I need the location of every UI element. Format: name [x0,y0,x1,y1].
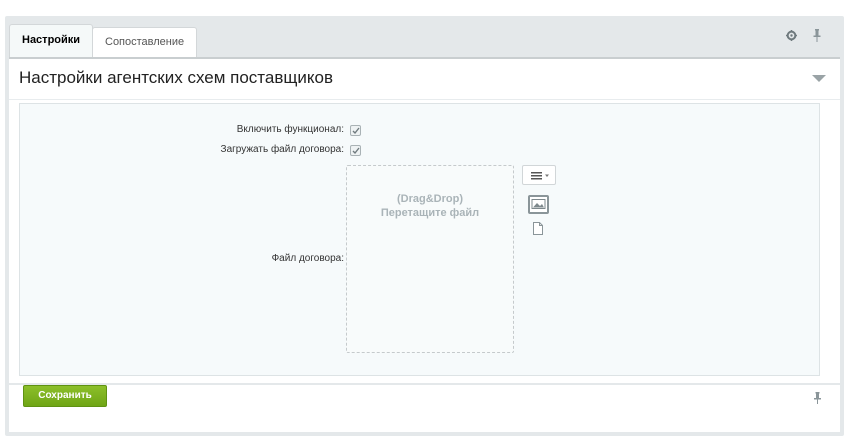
admin-frame: Настройки Сопоставление полей Настройки … [5,16,844,436]
divider [9,99,840,100]
footer-bar: Сохранить [9,385,840,432]
header-actions [786,29,826,44]
triangle-down-icon[interactable] [812,75,826,83]
tab-field-mapping[interactable]: Сопоставление полей [92,27,198,76]
file-icon[interactable] [533,222,543,235]
checkmark-icon [352,147,360,155]
dropzone-instruction: Перетащите файл [380,207,480,219]
upload-label: Загружать файл договора: [220,144,344,155]
image-icon [531,199,546,209]
file-menu-button[interactable] [522,165,556,185]
menu-icon [531,172,549,180]
panel-title: Настройки агентских схем поставщиков [19,68,333,87]
gear-icon[interactable] [786,30,797,41]
file-dropzone[interactable]: (Drag&Drop) Перетащите файл [346,165,514,353]
checkmark-icon [352,127,360,135]
upload-checkbox[interactable] [350,145,361,156]
save-button[interactable]: Сохранить [23,385,107,407]
image-button[interactable] [528,195,549,214]
settings-panel: Настройки агентских схем поставщиков Вкл… [9,57,840,383]
enable-label: Включить функционал: [236,124,344,135]
enable-checkbox[interactable] [350,125,361,136]
pin-icon[interactable] [812,29,822,42]
form-area: Включить функционал: Загружать файл дого… [19,103,820,376]
tab-settings[interactable]: Настройки [9,24,94,59]
file-label: Файл договора: [271,253,344,264]
dropzone-hint: (Drag&Drop) [397,193,463,205]
pin-icon[interactable] [813,392,822,404]
